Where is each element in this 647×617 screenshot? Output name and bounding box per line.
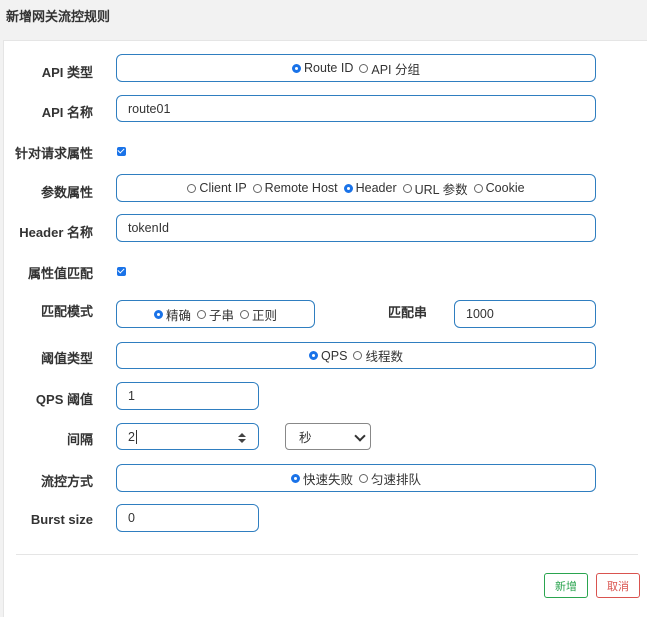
match-string-value: 1000 [466, 307, 494, 321]
request-attr-label: 针对请求属性 [14, 146, 93, 161]
header-name-input[interactable]: tokenId [116, 214, 596, 242]
interval-label: 间隔 [66, 432, 93, 447]
burst-size-value: 0 [128, 511, 135, 525]
param-attr-label: 参数属性 [40, 185, 93, 200]
match-mode-label: 匹配模式 [40, 304, 93, 319]
attr-match-checkbox[interactable] [117, 267, 126, 276]
interval-unit-value: 秒 [299, 431, 312, 445]
match-string-label: 匹配串 [388, 305, 428, 320]
match-mode-radio-group: 精确 子串 正则 [116, 300, 315, 328]
param-attr-header-radio[interactable]: Header [343, 181, 397, 195]
chevron-down-icon [354, 430, 366, 442]
qps-threshold-label-wrap: QPS 阈值 [4, 389, 93, 409]
radio-unselected-icon [353, 351, 363, 360]
attr-match-label: 属性值匹配 [27, 266, 93, 281]
interval-number-input[interactable]: 2 [116, 423, 259, 450]
control-mode-fast-fail-radio[interactable]: 快速失败 [290, 469, 353, 488]
interval-unit-select[interactable]: 秒 [285, 423, 371, 450]
attr-match-label-wrap: 属性值匹配 [4, 263, 93, 283]
qps-threshold-value: 1 [128, 389, 135, 403]
header-name-label-wrap: Header 名称 [4, 222, 93, 242]
control-mode-label: 流控方式 [40, 474, 93, 489]
param-attr-cookie-radio[interactable]: Cookie [473, 181, 525, 195]
threshold-type-label-wrap: 阈值类型 [4, 348, 93, 368]
footer-divider [16, 554, 638, 555]
param-attr-client-ip-radio[interactable]: Client IP [187, 181, 247, 195]
api-type-radio-group: Route ID API 分组 [116, 54, 596, 82]
api-type-route-id-radio[interactable]: Route ID [292, 61, 353, 75]
radio-selected-icon [153, 309, 163, 319]
radio-unselected-icon [240, 309, 249, 319]
match-string-input[interactable]: 1000 [454, 300, 596, 328]
api-name-input[interactable]: route01 [116, 95, 596, 122]
burst-size-label: Burst size [30, 512, 93, 527]
param-attr-url-param-radio[interactable]: URL 参数 [402, 179, 468, 198]
radio-unselected-icon [359, 473, 368, 483]
radio-unselected-icon [196, 309, 206, 319]
threshold-type-label: 阈值类型 [40, 351, 93, 366]
param-attr-label-wrap: 参数属性 [4, 182, 93, 202]
request-attr-label-wrap: 针对请求属性 [4, 143, 93, 163]
radio-unselected-icon [402, 183, 412, 193]
header-name-value: tokenId [128, 221, 170, 235]
param-attr-radio-group: Client IP Remote Host Header URL 参数 Cook… [116, 174, 596, 202]
cancel-button[interactable]: 取消 [596, 573, 640, 598]
match-mode-exact-radio[interactable]: 精确 [153, 305, 191, 324]
threshold-type-qps-radio[interactable]: QPS [309, 349, 347, 363]
control-mode-queue-radio[interactable]: 匀速排队 [359, 469, 421, 488]
header-name-label: Header 名称 [19, 225, 93, 240]
radio-selected-icon [290, 473, 300, 483]
burst-size-label-wrap: Burst size [4, 512, 93, 532]
radio-unselected-icon [473, 183, 483, 193]
modal-title: 新增网关流控规则 [6, 9, 111, 24]
add-button[interactable]: 新增 [544, 573, 588, 598]
match-mode-substring-radio[interactable]: 子串 [196, 305, 234, 324]
radio-selected-icon [343, 183, 353, 193]
interval-label-wrap: 间隔 [4, 429, 93, 449]
rule-form-panel: API 类型 Route ID API 分组 API 名称 route01 针对… [3, 40, 647, 617]
threshold-type-radio-group: QPS 线程数 [116, 342, 596, 369]
qps-threshold-input[interactable]: 1 [116, 382, 259, 410]
qps-threshold-label: QPS 阈值 [35, 392, 93, 407]
param-attr-remote-host-radio[interactable]: Remote Host [252, 181, 338, 195]
control-mode-label-wrap: 流控方式 [4, 471, 93, 491]
interval-value: 2 [128, 429, 137, 444]
request-attr-checkbox[interactable] [117, 147, 126, 156]
api-type-api-group-radio[interactable]: API 分组 [359, 59, 420, 78]
match-mode-label-wrap: 匹配模式 [4, 301, 93, 321]
radio-unselected-icon [252, 183, 262, 193]
control-mode-radio-group: 快速失败 匀速排队 [116, 464, 596, 492]
radio-selected-icon [292, 63, 302, 73]
spinner-arrows-icon[interactable] [238, 433, 246, 443]
radio-unselected-icon [187, 183, 197, 193]
api-type-label-wrap: API 类型 [4, 62, 93, 82]
threshold-type-thread-radio[interactable]: 线程数 [353, 346, 403, 365]
match-mode-regex-radio[interactable]: 正则 [240, 305, 277, 324]
api-name-label: API 名称 [41, 105, 93, 120]
radio-selected-icon [309, 351, 319, 360]
api-type-label: API 类型 [41, 65, 93, 80]
radio-unselected-icon [359, 63, 369, 73]
api-name-label-wrap: API 名称 [4, 102, 93, 122]
api-name-value: route01 [128, 101, 171, 116]
burst-size-input[interactable]: 0 [116, 504, 259, 532]
